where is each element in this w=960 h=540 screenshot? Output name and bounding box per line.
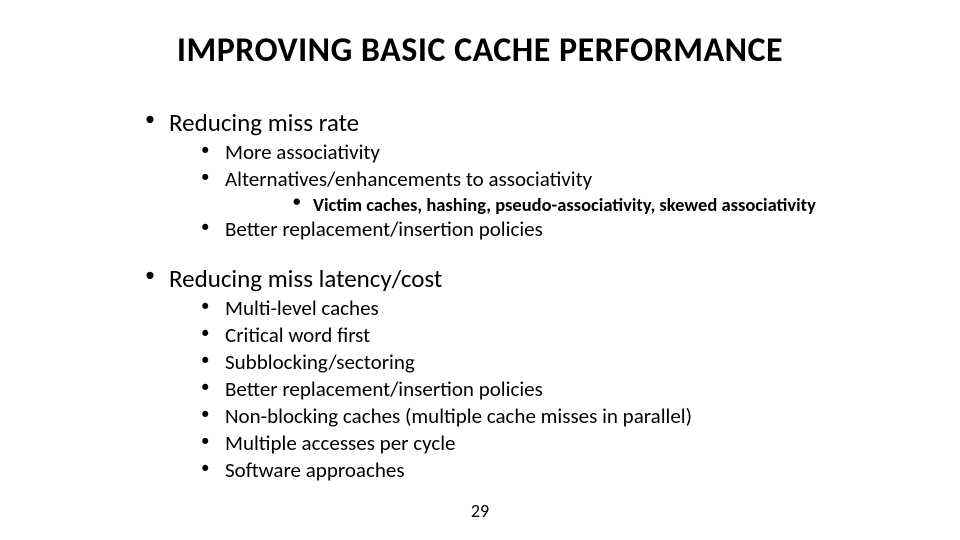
- list-item-label: More associativity: [225, 139, 380, 165]
- list-item: Victim caches, hashing, pseudo-associati…: [293, 193, 905, 217]
- list-item: Reducing miss latency/cost Multi-level c…: [145, 263, 905, 483]
- bullet-list: Reducing miss rate More associativity Al…: [145, 107, 905, 483]
- list-item: Subblocking/sectoring: [201, 349, 905, 376]
- list-item-label: Alternatives/enhancements to associativi…: [225, 166, 592, 192]
- list-item-label: Subblocking/sectoring: [225, 349, 415, 375]
- list-item: Reducing miss rate More associativity Al…: [145, 107, 905, 243]
- list-item-label: Critical word first: [225, 322, 370, 348]
- list-item: Non-blocking caches (multiple cache miss…: [201, 403, 905, 430]
- list-item: Software approaches: [201, 457, 905, 484]
- list-item-label: Better replacement/insertion policies: [225, 376, 543, 402]
- list-item-label: Better replacement/insertion policies: [225, 216, 543, 242]
- slide-body: Reducing miss rate More associativity Al…: [145, 105, 905, 483]
- list-item: Better replacement/insertion policies: [201, 376, 905, 403]
- page-number: 29: [0, 500, 960, 522]
- list-item: Better replacement/insertion policies: [201, 216, 905, 243]
- list-item-label: Software approaches: [225, 457, 405, 483]
- list-item-label: Multi-level caches: [225, 295, 379, 321]
- list-item-label: Reducing miss latency/cost: [169, 263, 442, 294]
- slide-title: IMPROVING BASIC CACHE PERFORMANCE: [0, 30, 960, 71]
- list-item-label: Multiple accesses per cycle: [225, 430, 455, 456]
- list-item-label: Reducing miss rate: [169, 107, 359, 138]
- list-item-label: Victim caches, hashing, pseudo-associati…: [313, 193, 816, 216]
- list-item-label: Non-blocking caches (multiple cache miss…: [225, 403, 692, 429]
- slide: IMPROVING BASIC CACHE PERFORMANCE Reduci…: [0, 0, 960, 540]
- list-item: Alternatives/enhancements to associativi…: [201, 166, 905, 217]
- list-item: Critical word first: [201, 322, 905, 349]
- list-item: Multi-level caches: [201, 295, 905, 322]
- list-item: Multiple accesses per cycle: [201, 430, 905, 457]
- list-item: More associativity: [201, 139, 905, 166]
